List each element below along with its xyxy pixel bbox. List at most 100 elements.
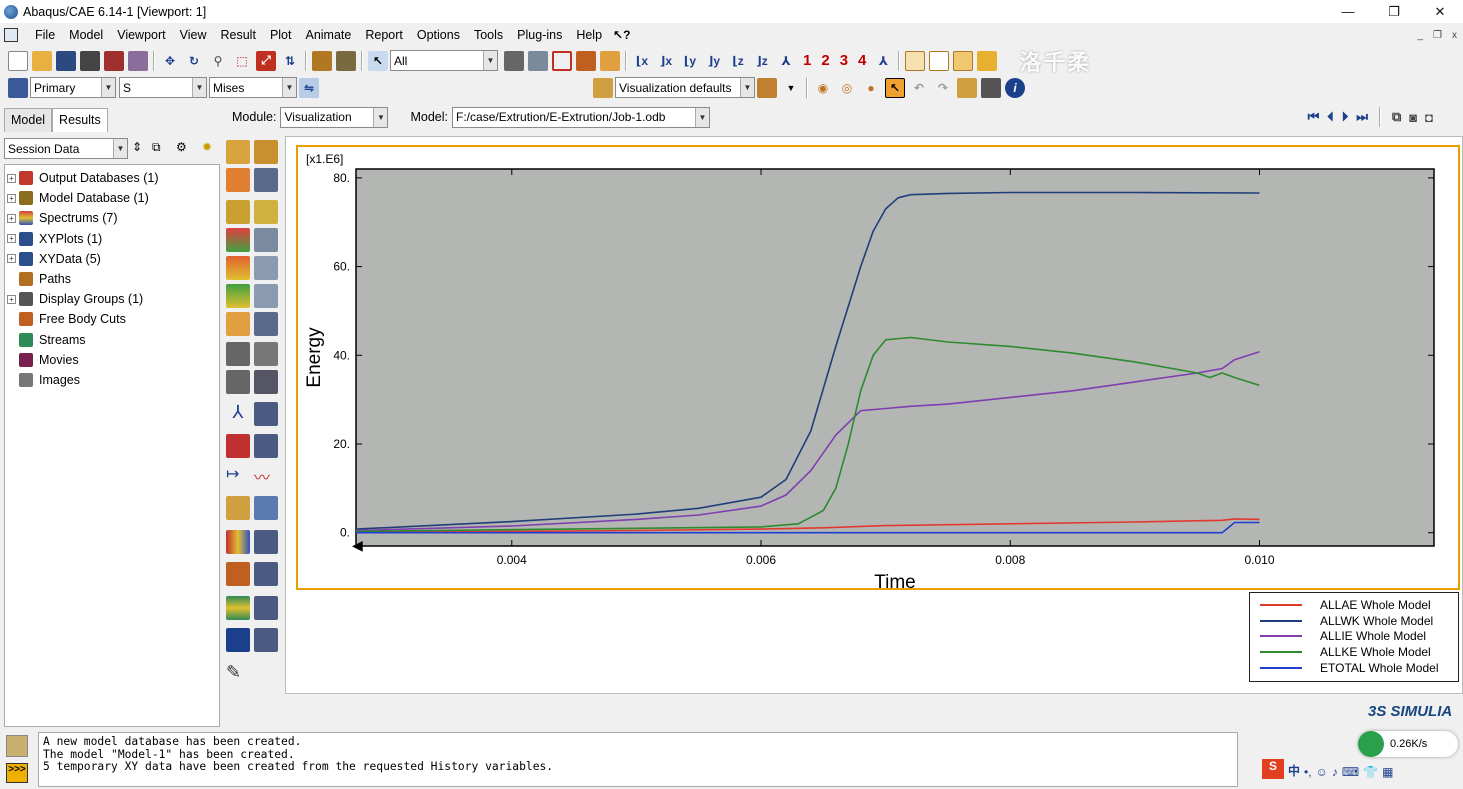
animation-options-icon[interactable] [254,370,278,394]
sphere-icon[interactable]: ● [861,78,881,98]
clothes-icon[interactable]: 👕 [1363,765,1378,779]
create-display-group-icon[interactable] [226,530,250,554]
tree-item-display-groups[interactable]: + Display Groups (1) [5,289,219,309]
open-folder-icon[interactable] [32,50,52,71]
shaded-icon[interactable] [977,50,998,71]
free-body-manager-icon[interactable] [254,562,278,586]
animate-scale-icon[interactable] [226,342,250,366]
tree-item-spectrums[interactable]: + Spectrums (7) [5,208,219,228]
database-icon[interactable] [104,50,124,71]
xy-data-manager-icon[interactable] [254,402,278,426]
first-frame-icon[interactable]: ⏮ [1308,109,1320,125]
view-3-button[interactable]: 3 [840,52,848,69]
save-icon[interactable] [56,50,76,71]
create-path-icon[interactable]: ↦ [226,464,250,488]
plot-symbols-icon[interactable] [254,168,278,192]
plot-options-icon[interactable] [254,256,278,280]
invariant-select[interactable]: Mises ▼ [209,77,297,98]
replace-icon[interactable] [528,50,548,71]
message-area-icon[interactable] [6,735,28,757]
minimize-button[interactable]: — [1325,0,1371,23]
query-icon[interactable]: ↖ [885,77,905,98]
menu-viewport[interactable]: Viewport [110,28,172,42]
previous-frame-icon[interactable]: ⏴ [1327,109,1334,125]
sync-options-icon[interactable]: ⇋ [299,77,319,98]
new-file-icon[interactable] [8,50,28,71]
menu-animate[interactable]: Animate [298,28,358,42]
whats-this-icon[interactable]: ↖? [609,28,630,42]
create-stream-icon[interactable] [226,596,250,620]
camera-icon[interactable]: ◙ [1409,110,1417,125]
cube-render-icon[interactable] [757,77,777,98]
animate-harmonic-icon[interactable] [226,370,250,394]
rotate-icon[interactable]: ↻ [184,51,204,71]
punctuation-icon[interactable]: •, [1304,765,1312,779]
image-options-icon[interactable] [981,77,1001,98]
tree-item-xydata[interactable]: + XYData (5) [5,249,219,269]
view-2-button[interactable]: 2 [821,52,829,69]
view-y-icon[interactable]: ⌊y [680,51,700,71]
view-4-button[interactable]: 4 [858,52,866,69]
material-orientation-icon[interactable] [226,256,250,280]
expand-icon[interactable]: + [7,294,16,304]
redo-icon[interactable]: ↷ [933,78,953,98]
selection-filter-select[interactable]: All ▼ [390,50,498,71]
field-output-icon[interactable] [8,77,28,98]
database-save-icon[interactable] [128,50,148,71]
show-all-icon[interactable] [576,50,596,71]
create-view-cut-icon[interactable] [226,628,250,652]
menu-tools[interactable]: Tools [467,28,510,42]
superimpose-options-icon[interactable] [254,284,278,308]
field-variable-select[interactable]: S ▼ [119,77,207,98]
mdi-restore-button[interactable]: ❐ [1433,30,1442,41]
create-xy-data-icon[interactable]: ⅄ [226,402,250,426]
odb-display-options-icon[interactable] [226,312,250,336]
menu-plot[interactable]: Plot [263,28,299,42]
create-free-body-cut-icon[interactable] [226,562,250,586]
tree-item-images[interactable]: Images [5,370,219,390]
sort-arrows-icon[interactable]: ⇕ [132,140,142,154]
tree-item-paths[interactable]: Paths [5,269,219,289]
visualization-defaults-select[interactable]: Visualization defaults ▼ [615,77,755,98]
viewport-doc-icon[interactable] [4,28,18,42]
overlay-icon[interactable]: ◉ [813,78,833,98]
tree-item-free-body-cuts[interactable]: Free Body Cuts [5,309,219,329]
remove-selected-icon[interactable] [552,50,572,71]
tab-model[interactable]: Model [4,108,53,132]
view-x-icon[interactable]: ⌊x [632,51,652,71]
step-frame-select[interactable]: Primary ▼ [30,77,116,98]
last-frame-icon[interactable]: ⏭ [1356,109,1368,125]
menu-file[interactable]: File [28,28,62,42]
grid-menu-icon[interactable]: ▦ [1382,765,1393,779]
tree-item-movies[interactable]: Movies [5,350,219,370]
view-cut-options-icon[interactable] [254,312,278,336]
print-icon[interactable] [80,50,100,71]
emoji-icon[interactable]: ☺ [1316,765,1328,779]
tree-item-output-databases[interactable]: + Output Databases (1) [5,168,219,188]
menu-result[interactable]: Result [214,28,263,42]
expand-icon[interactable]: + [7,213,16,223]
view-neg-y-icon[interactable]: ⌋y [704,51,724,71]
tab-results[interactable]: Results [52,108,108,132]
query-tool-icon[interactable]: ✎ [226,662,250,686]
view-cut-manager-icon[interactable] [254,628,278,652]
menu-help[interactable]: Help [569,28,609,42]
layers-icon[interactable] [312,50,332,71]
undo-icon[interactable]: ↶ [909,78,929,98]
stack-icon[interactable] [336,50,356,71]
copy-icon[interactable] [504,50,524,71]
info-icon[interactable]: i [1005,77,1025,98]
sogou-ime-icon[interactable]: S [1262,759,1284,779]
view-neg-x-icon[interactable]: ⌋x [656,51,676,71]
display-group-manager-icon[interactable] [254,530,278,554]
model-select[interactable]: F:/case/Extrution/E-Extrution/Job-1.odb ▼ [452,106,711,128]
menu-model[interactable]: Model [62,28,110,42]
zoom-icon[interactable]: ⚲ [208,51,228,71]
common-options-icon[interactable] [226,284,250,308]
tree-item-xyplots[interactable]: + XYPlots (1) [5,229,219,249]
mdi-close-button[interactable]: x [1452,30,1457,41]
menu-plugins[interactable]: Plug-ins [510,28,569,42]
expand-icon[interactable]: + [7,254,16,264]
message-log[interactable]: A new model database has been created. T… [38,732,1238,787]
ime-language[interactable]: 中 [1288,762,1300,779]
